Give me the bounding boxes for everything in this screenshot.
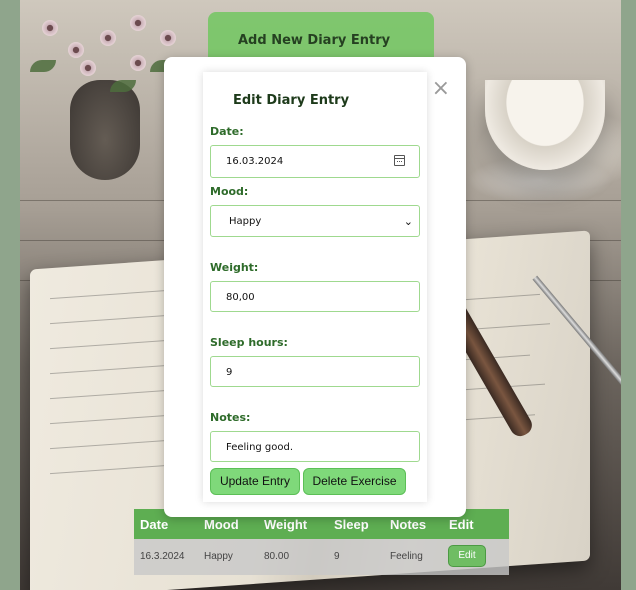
mood-select[interactable]: Happy ⌄ bbox=[210, 205, 420, 237]
header-edit: Edit bbox=[449, 517, 474, 532]
edit-button[interactable]: Edit bbox=[448, 545, 486, 567]
date-field[interactable]: 16.03.2024 bbox=[210, 145, 420, 178]
weight-label: Weight: bbox=[210, 261, 259, 274]
mood-value: Happy bbox=[229, 216, 262, 227]
cell-sleep: 9 bbox=[334, 551, 340, 562]
chevron-down-icon: ⌄ bbox=[403, 215, 413, 228]
sleep-label: Sleep hours: bbox=[210, 336, 288, 349]
weight-field[interactable]: 80,00 bbox=[210, 281, 420, 312]
calendar-icon[interactable] bbox=[394, 155, 405, 166]
add-entry-title: Add New Diary Entry bbox=[238, 33, 391, 48]
delete-exercise-button[interactable]: Delete Exercise bbox=[303, 468, 406, 495]
header-mood: Mood bbox=[204, 517, 239, 532]
weight-value: 80,00 bbox=[226, 292, 255, 303]
table-row: 16.3.2024 Happy 80.00 9 Feeling Edit bbox=[134, 539, 509, 575]
update-entry-button[interactable]: Update Entry bbox=[210, 468, 300, 495]
sleep-value: 9 bbox=[226, 367, 233, 378]
mood-label: Mood: bbox=[210, 185, 249, 198]
cell-date: 16.3.2024 bbox=[140, 551, 185, 562]
header-date: Date bbox=[140, 517, 169, 532]
date-label: Date: bbox=[210, 125, 244, 138]
header-notes: Notes bbox=[390, 517, 427, 532]
notes-field[interactable]: Feeling good. bbox=[210, 431, 420, 462]
notes-value: Feeling good. bbox=[226, 442, 294, 453]
notes-label: Notes: bbox=[210, 411, 251, 424]
edit-entry-form: Edit Diary Entry Date: 16.03.2024 Mood: … bbox=[203, 72, 427, 502]
edit-entry-modal: × Edit Diary Entry Date: 16.03.2024 Mood… bbox=[164, 57, 466, 517]
coffee-cup-decoration bbox=[485, 80, 605, 170]
date-value: 16.03.2024 bbox=[226, 156, 284, 167]
vase-decoration bbox=[70, 80, 140, 180]
header-weight: Weight bbox=[264, 517, 308, 532]
entries-table: Date Mood Weight Sleep Notes Edit 16.3.2… bbox=[134, 509, 509, 575]
cell-mood: Happy bbox=[204, 551, 233, 562]
cell-weight: 80.00 bbox=[264, 551, 290, 562]
header-sleep: Sleep bbox=[334, 517, 369, 532]
cell-notes: Feeling bbox=[390, 551, 423, 562]
close-icon[interactable]: × bbox=[432, 78, 450, 100]
sleep-field[interactable]: 9 bbox=[210, 356, 420, 387]
form-title: Edit Diary Entry bbox=[233, 93, 350, 108]
